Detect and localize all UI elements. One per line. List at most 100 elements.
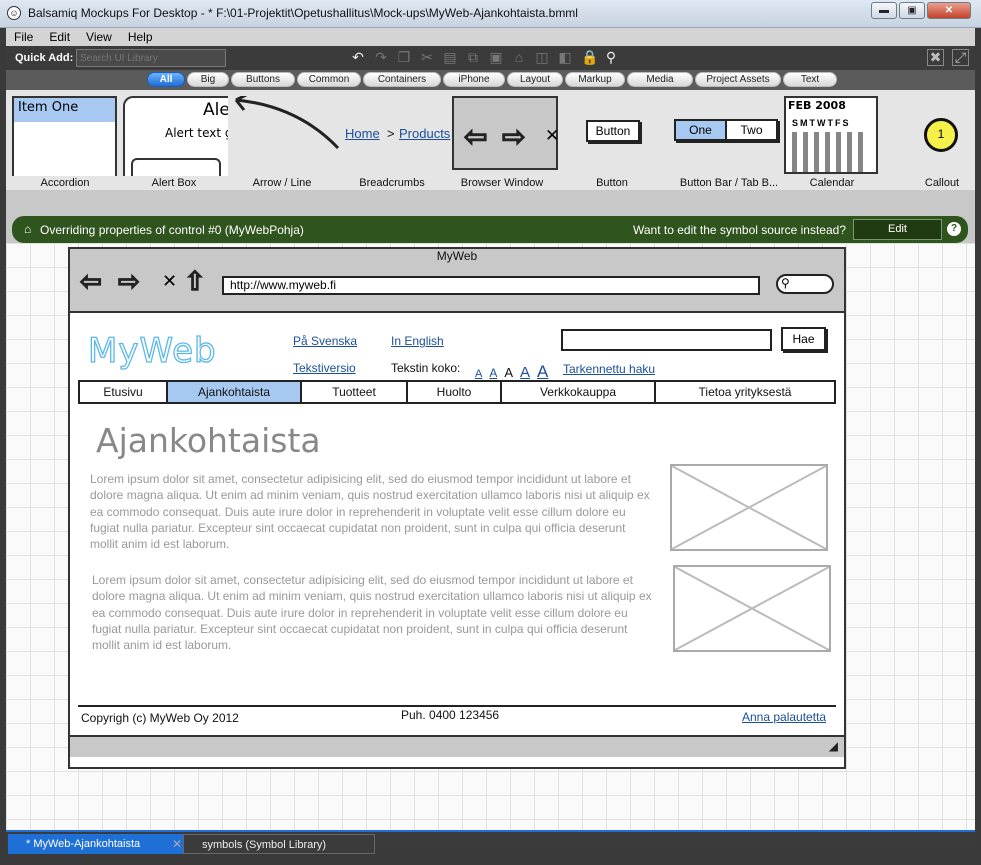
- text-size-xs[interactable]: A: [475, 368, 482, 380]
- tab-markup[interactable]: Markup: [565, 72, 625, 87]
- library-browser-window[interactable]: ⇦ ⇨ ✕: [452, 96, 558, 176]
- text-size-l[interactable]: A: [520, 364, 530, 381]
- accordion-item: Item One: [12, 96, 117, 124]
- ui-library: Item One Accordion Ale Alert text g Aler…: [6, 90, 975, 190]
- nav-verkkokauppa[interactable]: Verkkokauppa: [502, 382, 656, 402]
- resize-grip-icon[interactable]: ◢: [829, 739, 838, 753]
- link-pa-svenska[interactable]: På Svenska: [293, 334, 357, 348]
- fullscreen-icon[interactable]: ⤢: [952, 49, 969, 66]
- tab-big[interactable]: Big: [187, 72, 229, 87]
- button-bar-frame: One Two: [674, 119, 778, 141]
- callout-bubble: 1: [924, 118, 958, 152]
- forward-arrow-icon: ⇨: [501, 120, 526, 153]
- nav-tuotteet[interactable]: Tuotteet: [302, 382, 408, 402]
- text-size-s[interactable]: A: [489, 366, 497, 380]
- window-title: Balsamiq Mockups For Desktop - * F:\01-P…: [28, 6, 578, 20]
- library-arrow[interactable]: [228, 96, 340, 176]
- mockup-canvas[interactable]: MyWeb ⇦ ⇨ ✕ ⇧ http://www.myweb.fi ⚲ MyWe…: [6, 243, 975, 830]
- home-icon: ⇧: [183, 266, 206, 296]
- alert-button: [131, 158, 221, 176]
- text-size-m[interactable]: A: [504, 365, 513, 380]
- site-search-input[interactable]: [561, 329, 772, 351]
- home-icon[interactable]: ⌂: [24, 223, 36, 235]
- breadcrumb-products: Products: [399, 126, 451, 141]
- close-x-icon: ✕: [545, 126, 558, 145]
- bring-front-icon[interactable]: ◫: [535, 49, 549, 66]
- undo-icon[interactable]: ↶: [351, 49, 365, 66]
- body-paragraph-1: Lorem ipsum dolor sit amet, consectetur …: [90, 472, 650, 552]
- library-alert-box[interactable]: Ale Alert text g: [123, 96, 228, 176]
- copy-icon[interactable]: ❐: [397, 49, 411, 66]
- accordion-body: [12, 122, 117, 176]
- search-button[interactable]: Hae: [781, 327, 826, 351]
- footer-phone: Puh. 0400 123456: [401, 708, 500, 722]
- browser-search-field[interactable]: ⚲: [776, 274, 834, 294]
- doc-tab-myweb[interactable]: * MyWeb-Ajankohtaista: [8, 834, 183, 854]
- close-tab-icon[interactable]: ✕: [172, 834, 182, 854]
- duplicate-icon[interactable]: ⧉: [466, 49, 480, 66]
- library-button-bar[interactable]: One Two: [670, 96, 780, 176]
- nav-ajankohtaista[interactable]: Ajankohtaista: [168, 382, 302, 402]
- menu-view[interactable]: View: [78, 30, 120, 44]
- tab-all[interactable]: All: [147, 72, 185, 87]
- library-label-breadcrumbs: Breadcrumbs: [359, 177, 425, 189]
- page-heading: Ajankohtaista: [96, 421, 321, 460]
- menu-file[interactable]: File: [6, 30, 41, 44]
- tab-layout[interactable]: Layout: [507, 72, 563, 87]
- tab-common[interactable]: Common: [297, 72, 361, 87]
- breadcrumb-home: Home: [345, 126, 380, 141]
- minimize-button[interactable]: ▬: [871, 2, 897, 19]
- tab-iphone[interactable]: iPhone: [443, 72, 505, 87]
- maximize-button[interactable]: ▣: [899, 2, 925, 19]
- link-advanced-search[interactable]: Tarkennettu haku: [563, 362, 655, 376]
- footer-copyright: Copyrigh (c) MyWeb Oy 2012: [81, 711, 239, 725]
- body-paragraph-2: Lorem ipsum dolor sit amet, consectetur …: [92, 573, 652, 653]
- doc-tab-symbols[interactable]: symbols (Symbol Library): [183, 834, 375, 854]
- image-placeholder-icon: [675, 567, 829, 650]
- nav-huolto[interactable]: Huolto: [408, 382, 502, 402]
- site-nav: Etusivu Ajankohtaista Tuotteet Huolto Ve…: [78, 380, 836, 404]
- toolbar-icons: ↶ ↷ ❐ ✂ ▤ ⧉ ▣ ⌂ ◫ ◧ 🔒 ⚲: [351, 49, 618, 66]
- trash-icon[interactable]: ✖: [927, 49, 944, 66]
- tab-project-assets[interactable]: Project Assets: [695, 72, 781, 87]
- sample-button: Button: [586, 120, 640, 142]
- zoom-icon[interactable]: ⚲: [604, 49, 618, 66]
- tab-buttons[interactable]: Buttons: [231, 72, 295, 87]
- toolbar: Quick Add: ↶ ↷ ❐ ✂ ▤ ⧉ ▣ ⌂ ◫ ◧ 🔒 ⚲ ✖ ⤢: [6, 46, 975, 70]
- nav-tietoa-yrityksesta[interactable]: Tietoa yrityksestä: [656, 382, 834, 402]
- send-back-icon[interactable]: ◧: [558, 49, 572, 66]
- tab-media[interactable]: Media: [627, 72, 693, 87]
- lock-icon[interactable]: 🔒: [581, 49, 598, 66]
- cut-icon[interactable]: ✂: [420, 49, 434, 66]
- align-icon[interactable]: ⌂: [512, 49, 526, 66]
- button-bar-two: Two: [740, 123, 763, 137]
- library-breadcrumbs[interactable]: Home > Products: [343, 96, 453, 176]
- close-button[interactable]: ✕: [927, 2, 971, 19]
- quick-add-search-input[interactable]: [76, 49, 226, 67]
- breadcrumb-separator: >: [387, 126, 395, 141]
- paste-icon[interactable]: ▤: [443, 49, 457, 66]
- footer-feedback-link[interactable]: Anna palautetta: [742, 710, 826, 724]
- library-accordion[interactable]: Item One: [12, 96, 117, 176]
- edit-symbol-button[interactable]: Edit: [853, 219, 942, 240]
- library-calendar[interactable]: FEB 2008 SMTWTFS: [784, 96, 880, 176]
- link-tekstiversio[interactable]: Tekstiversio: [293, 361, 356, 375]
- mockup-browser-window[interactable]: MyWeb ⇦ ⇨ ✕ ⇧ http://www.myweb.fi ⚲ MyWe…: [68, 247, 846, 769]
- library-label-arrow: Arrow / Line: [252, 177, 312, 189]
- redo-icon[interactable]: ↷: [374, 49, 388, 66]
- link-in-english[interactable]: In English: [391, 334, 444, 348]
- menu-edit[interactable]: Edit: [41, 30, 78, 44]
- library-callout[interactable]: 1: [920, 96, 964, 176]
- text-size-xl[interactable]: A: [537, 362, 548, 382]
- tab-text[interactable]: Text: [783, 72, 837, 87]
- document-tabs: * MyWeb-Ajankohtaista ✕ symbols (Symbol …: [6, 830, 975, 854]
- help-icon[interactable]: ?: [947, 222, 961, 236]
- back-arrow-icon: ⇦: [463, 120, 488, 153]
- menu-help[interactable]: Help: [120, 30, 161, 44]
- tab-containers[interactable]: Containers: [363, 72, 441, 87]
- button-bar-one: One: [676, 121, 727, 139]
- nav-etusivu[interactable]: Etusivu: [80, 382, 168, 402]
- group-icon[interactable]: ▣: [489, 49, 503, 66]
- library-button[interactable]: Button: [578, 96, 648, 176]
- url-field[interactable]: http://www.myweb.fi: [222, 276, 760, 295]
